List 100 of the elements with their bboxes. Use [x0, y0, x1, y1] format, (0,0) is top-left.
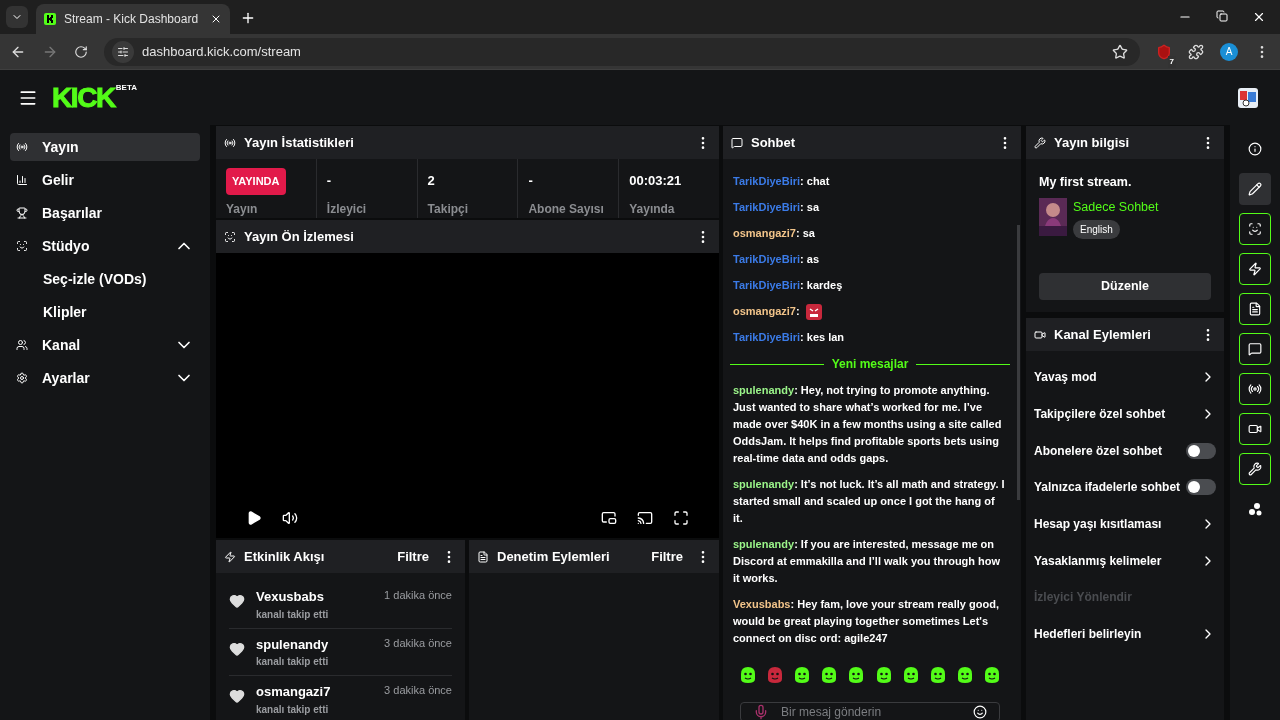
channel-action[interactable]: Hedefleri belirleyin	[1034, 625, 1142, 644]
site-info-icon[interactable]	[117, 45, 129, 58]
microphone-icon[interactable]	[753, 704, 769, 720]
rail-button[interactable]	[1239, 373, 1271, 405]
panel-title: Yayın bilgisi	[1054, 133, 1130, 152]
event-action: kanalı takip etti	[256, 702, 330, 717]
theater-icon[interactable]	[637, 510, 653, 526]
broadcast-icon	[224, 136, 236, 149]
panel-title: Denetim Eylemleri	[497, 547, 610, 566]
stat-label: Yayında	[629, 202, 676, 217]
panel-title: Sohbet	[751, 133, 796, 152]
emoji-icon[interactable]	[973, 705, 987, 719]
channel-action[interactable]: Yavaş mod	[1034, 368, 1097, 387]
sidebar-subitem[interactable]: Klipler	[10, 298, 200, 326]
filter-button[interactable]: Filtre	[651, 546, 683, 567]
message-input[interactable]: Bir mesaj gönderin	[740, 702, 1000, 720]
rail-button[interactable]	[1239, 213, 1271, 245]
address-bar[interactable]: dashboard.kick.com/stream	[104, 37, 1140, 66]
stat-value: -	[528, 172, 534, 190]
sidebar-subitem[interactable]: Seç-izle (VODs)	[10, 265, 200, 293]
sidebar-item[interactable]: Stüdyo	[10, 232, 200, 260]
event-time: 3 dakika önce	[384, 683, 452, 698]
browser-tab[interactable]: Stream - Kick Dashboard	[36, 4, 230, 34]
wrench-icon	[1034, 136, 1046, 149]
channel-action[interactable]: Yasaklanmış kelimeler	[1034, 551, 1162, 570]
stat-value: 00:03:21	[629, 172, 683, 190]
document-icon	[477, 550, 489, 563]
rail-button[interactable]	[1239, 253, 1271, 285]
emote-icon[interactable]	[738, 665, 758, 685]
new-messages-divider: Yeni mesajlar	[831, 356, 909, 373]
chat-message: spulenandy: If you are interested, message me on Discord at emmakilla and I’ll walk you through how it works.	[733, 537, 1002, 586]
scrollbar[interactable]	[1017, 225, 1020, 500]
preview-icon	[1248, 222, 1262, 236]
stat-label: Yayın	[226, 202, 259, 217]
edit-button[interactable]: Düzenle	[1039, 273, 1211, 300]
kick-logo[interactable]: KICK	[52, 83, 115, 112]
channel-action[interactable]: Hesap yaşı kısıtlaması	[1034, 515, 1162, 534]
chat-message: TarikDiyeBiri: chat	[733, 174, 830, 189]
sidebar-item[interactable]: Yayın	[10, 133, 200, 161]
angry-emote-icon	[805, 303, 822, 320]
chat-message: Vexusbabs: Hey fam, love your stream really good, would be great playing together sometimes Let's connect on disc ord: agile247	[733, 597, 1000, 646]
sidebar-item[interactable]: Başarılar	[10, 199, 200, 227]
sidebar-item[interactable]: Ayarlar	[10, 364, 200, 392]
toggle-switch[interactable]	[1186, 442, 1216, 459]
category-link[interactable]: Sadece Sohbet	[1073, 197, 1159, 217]
chat-message: osmangazi7: sa	[733, 226, 815, 241]
broadcast-icon	[16, 141, 28, 153]
bolt-icon	[1248, 262, 1262, 276]
user-avatar[interactable]	[1238, 87, 1258, 108]
tab-list-button[interactable]	[6, 6, 28, 28]
event-time: 1 dakika önce	[384, 588, 452, 603]
message-field[interactable]: Bir mesaj gönderin	[781, 703, 961, 720]
heart-icon	[229, 688, 245, 704]
panel-title: Kanal Eylemleri	[1054, 325, 1151, 344]
profile-avatar[interactable]: A	[1220, 42, 1238, 61]
chat-icon	[731, 136, 743, 149]
channel-action[interactable]: Takipçilere özel sohbet	[1034, 405, 1166, 424]
stat-label: İzleyici	[326, 202, 368, 217]
language-tag: English	[1073, 219, 1120, 239]
filter-button[interactable]: Filtre	[397, 546, 429, 567]
fullscreen-icon[interactable]	[673, 510, 689, 526]
rail-button[interactable]	[1239, 333, 1271, 365]
chat-message: spulenandy: It’s not luck. It’s all math and strategy. I started small and scaled up once I got the hang of it.	[733, 477, 1006, 526]
tab-title: Stream - Kick Dashboard	[64, 11, 200, 28]
stat-label: Takipçi	[427, 202, 470, 217]
camera-icon	[1034, 328, 1046, 341]
close-window-icon[interactable]	[1252, 10, 1266, 24]
rail-button[interactable]	[1239, 453, 1271, 485]
mini-player-icon[interactable]	[601, 510, 617, 526]
sidebar-item[interactable]: Gelir	[10, 166, 200, 194]
channel-action[interactable]: Yalnızca ifadelerle sohbet	[1034, 478, 1181, 497]
event-user: osmangazi7	[256, 683, 331, 701]
restore-icon[interactable]	[1216, 10, 1228, 22]
broadcast-icon	[1248, 382, 1262, 396]
new-tab-icon[interactable]	[240, 10, 256, 26]
toggle-switch[interactable]	[1186, 479, 1216, 496]
emote-icon[interactable]	[982, 665, 1002, 685]
trophy-icon	[16, 207, 28, 219]
extensions-icon[interactable]	[1188, 43, 1204, 60]
panel-title: Yayın İstatistikleri	[244, 133, 354, 152]
rail-button[interactable]	[1239, 413, 1271, 445]
sidebar-item[interactable]: Kanal	[10, 331, 200, 359]
heart-icon	[229, 593, 245, 609]
volume-icon[interactable]	[282, 510, 298, 526]
event-user: spulenandy	[256, 635, 329, 654]
panel-title: Yayın Ön İzlemesi	[244, 227, 354, 246]
chat-message: TarikDiyeBiri: sa	[733, 200, 820, 215]
beta-label: BETA	[115, 82, 138, 92]
event-user: Vexusbabs	[256, 588, 324, 606]
chat-icon	[1248, 342, 1262, 356]
bookmark-icon[interactable]	[1112, 43, 1128, 60]
reload-icon[interactable]	[74, 44, 88, 59]
event-action: kanalı takip etti	[256, 607, 330, 622]
close-icon[interactable]	[210, 13, 222, 25]
camera-icon	[1248, 422, 1262, 436]
play-icon[interactable]	[246, 510, 262, 526]
channel-action[interactable]: Abonelere özel sohbet	[1034, 441, 1163, 460]
settings-icon	[16, 372, 28, 384]
rail-button[interactable]	[1239, 293, 1271, 325]
rail-button[interactable]	[1239, 173, 1271, 205]
